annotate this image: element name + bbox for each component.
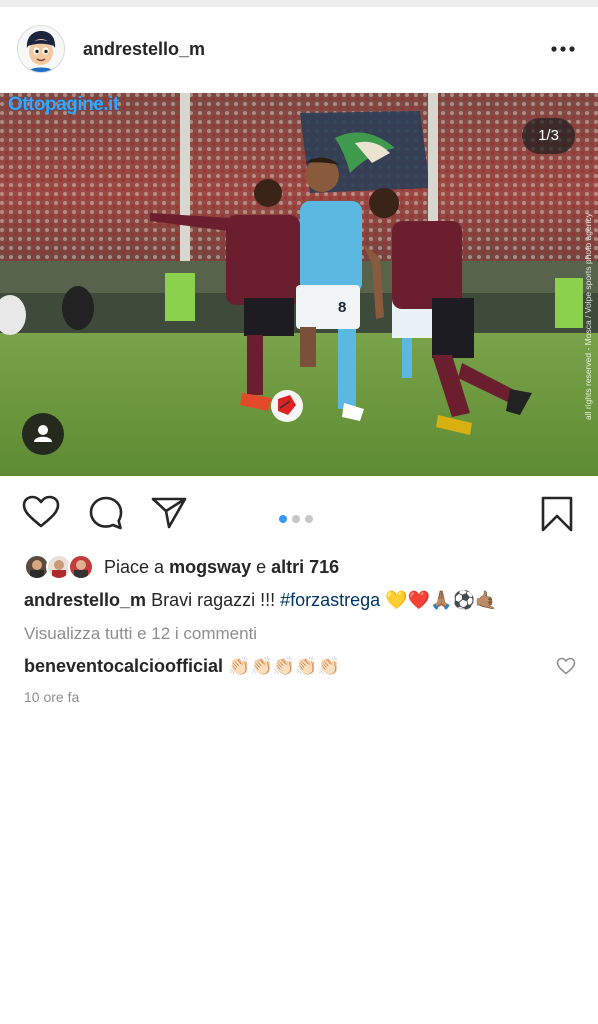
likes-prefix: Piace a	[104, 557, 165, 577]
heart-small-icon[interactable]	[556, 657, 576, 675]
carousel-dots	[279, 510, 318, 523]
caption-hashtag[interactable]: #forzastrega	[280, 590, 380, 610]
liker-username[interactable]: mogsway	[169, 557, 251, 577]
comment-item: beneventocalcioofficial 👏🏻👏🏻👏🏻👏🏻👏🏻	[24, 656, 340, 677]
post-header: andrestello_m	[0, 22, 598, 78]
likes-joiner: e	[256, 557, 267, 577]
heart-icon[interactable]	[22, 495, 60, 529]
avatar-cartoon-icon	[18, 26, 64, 72]
comment-icon[interactable]	[88, 495, 124, 531]
likes-others[interactable]: altri 716	[271, 557, 339, 577]
view-all-comments-link[interactable]: Visualizza tutti e 12 i commenti	[24, 624, 257, 644]
more-icon[interactable]	[550, 40, 576, 58]
user-tag-button[interactable]	[22, 413, 64, 455]
football-match-image: 8	[0, 93, 598, 476]
avatar[interactable]	[17, 25, 65, 73]
post-timestamp: 10 ore fa	[24, 689, 80, 705]
carousel-dot	[292, 515, 300, 523]
liker-avatar[interactable]	[68, 554, 94, 580]
carousel-dot	[305, 515, 313, 523]
post-username[interactable]: andrestello_m	[83, 39, 205, 60]
action-bar	[0, 490, 598, 540]
caption-text: Bravi ragazzi !!!	[151, 590, 276, 610]
caption-emojis: 💛❤️🙏🏽⚽🤙🏽	[385, 590, 498, 611]
comment-username[interactable]: beneventocalcioofficial	[24, 656, 223, 676]
carousel-dot-active	[279, 515, 287, 523]
bookmark-icon[interactable]	[540, 495, 574, 533]
post-photo[interactable]: 8	[0, 93, 598, 476]
caption-username[interactable]: andrestello_m	[24, 590, 146, 610]
photo-credit: all rights reserved - Mosca / Volpe spor…	[583, 213, 593, 420]
shirt-number: 8	[338, 299, 346, 316]
user-tag-icon	[34, 425, 52, 442]
watermark-logo: Ottopagine.it	[8, 94, 119, 115]
likes-count[interactable]: Piace a mogsway e altri 716	[104, 557, 339, 578]
share-icon[interactable]	[150, 495, 188, 531]
status-divider	[0, 0, 598, 7]
carousel-counter: 1/3	[522, 118, 575, 154]
comment-text: 👏🏻👏🏻👏🏻👏🏻👏🏻	[228, 656, 341, 677]
post-caption: andrestello_m Bravi ragazzi !!! #forzast…	[24, 590, 497, 611]
